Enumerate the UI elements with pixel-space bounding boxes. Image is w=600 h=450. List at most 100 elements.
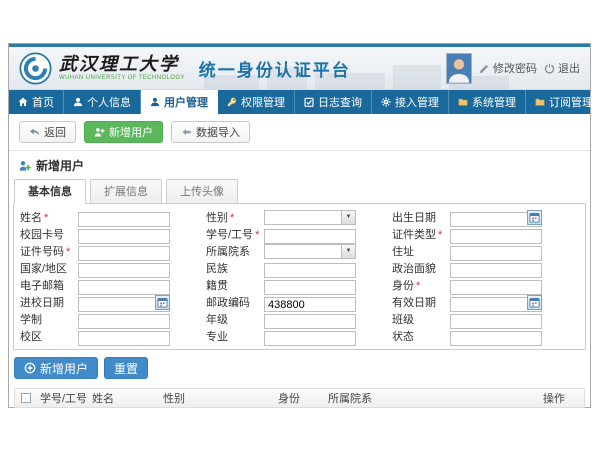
folder-icon: [535, 97, 545, 107]
status-input[interactable]: [450, 331, 542, 346]
education-length-input[interactable]: [78, 314, 170, 329]
birth-date-picker-button[interactable]: [527, 210, 542, 225]
platform-title: 统一身份认证平台: [199, 56, 351, 81]
add-user-section-icon: [19, 160, 31, 172]
gender-select[interactable]: ▼: [264, 210, 356, 225]
required-asterisk: *: [255, 229, 259, 241]
valid-date-picker-button[interactable]: [527, 295, 542, 310]
name-input[interactable]: [78, 212, 170, 227]
political-status-label: 政治面貌: [392, 260, 450, 276]
user-avatar: [446, 53, 472, 84]
nav-item-home[interactable]: 首页: [9, 90, 64, 114]
address-label: 住址: [392, 243, 450, 259]
column-identity: 身份: [274, 390, 324, 406]
add-user-submit-label: 新增用户: [40, 360, 88, 377]
nav-item-permission-management[interactable]: 权限管理: [218, 90, 295, 114]
department-select[interactable]: ▼: [264, 244, 356, 259]
campus-label: 校区: [20, 328, 78, 344]
email-label: 电子邮箱: [20, 277, 78, 293]
reset-label: 重置: [114, 360, 138, 377]
identity-input[interactable]: [450, 280, 542, 295]
class-label: 班级: [392, 311, 450, 327]
id-type-input[interactable]: [450, 229, 542, 244]
column-department: 所属院系: [324, 390, 539, 406]
gear-icon: [381, 97, 391, 107]
toolbar: 返回 新增用户 数据导入: [9, 114, 590, 151]
change-password-label: 修改密码: [493, 60, 537, 76]
chevron-down-icon: ▼: [341, 211, 355, 224]
form-actions: 新增用户 重置: [14, 357, 590, 379]
change-password-link[interactable]: 修改密码: [479, 60, 537, 76]
basic-info-panel: 姓名* 性别*▼ 出生日期 校园卡号 学号/工号* 证件类型* 证件号码* 所属…: [13, 203, 586, 350]
form-tabs: 基本信息 扩展信息 上传头像: [14, 179, 590, 204]
user-table-header: 学号/工号 姓名 性别 身份 所属院系 操作: [14, 388, 585, 408]
email-input[interactable]: [78, 280, 170, 295]
ethnicity-label: 民族: [206, 260, 264, 276]
nav-item-user-management[interactable]: 用户管理: [141, 90, 218, 114]
section-header: 新增用户: [9, 151, 590, 178]
postal-code-input[interactable]: [264, 297, 356, 312]
folder-icon: [458, 97, 468, 107]
column-student-id: 学号/工号: [36, 390, 88, 406]
calendar-icon: [157, 297, 168, 308]
required-asterisk: *: [66, 246, 70, 258]
reset-button[interactable]: 重置: [104, 357, 148, 379]
tab-extended-info[interactable]: 扩展信息: [90, 179, 162, 204]
back-button[interactable]: 返回: [19, 121, 76, 143]
tab-upload-avatar[interactable]: 上传头像: [166, 179, 238, 204]
import-arrow-icon: [181, 127, 192, 138]
name-label: 姓名*: [20, 209, 78, 225]
student-id-input[interactable]: [264, 229, 356, 244]
campus-input[interactable]: [78, 331, 170, 346]
add-user-submit-button[interactable]: 新增用户: [14, 357, 98, 379]
nav-item-subscription-management[interactable]: 订阅管理: [526, 90, 600, 114]
user-icon: [73, 97, 83, 107]
entry-date-label: 进校日期: [20, 294, 78, 310]
grade-label: 年级: [206, 311, 264, 327]
campus-card-label: 校园卡号: [20, 226, 78, 242]
nav-item-access-management[interactable]: 接入管理: [372, 90, 449, 114]
political-status-input[interactable]: [450, 263, 542, 278]
department-label: 所属院系: [206, 243, 264, 259]
campus-card-input[interactable]: [78, 229, 170, 244]
add-user-toolbar-button[interactable]: 新增用户: [84, 121, 163, 143]
chevron-down-icon: ▼: [341, 245, 355, 258]
nav-item-log-query[interactable]: 日志查询: [295, 90, 372, 114]
calendar-icon: [529, 212, 540, 223]
nav-label: 首页: [32, 94, 54, 110]
birth-date-label: 出生日期: [392, 209, 450, 225]
app-window: 武汉理工大学 WUHAN UNIVERSITY OF TECHNOLOGY 统一…: [8, 43, 591, 408]
class-input[interactable]: [450, 314, 542, 329]
building-silhouette: [393, 65, 441, 89]
entry-date-picker-button[interactable]: [155, 295, 170, 310]
university-name-block: 武汉理工大学 WUHAN UNIVERSITY OF TECHNOLOGY: [59, 56, 185, 81]
nav-item-system-management[interactable]: 系统管理: [449, 90, 526, 114]
section-title: 新增用户: [36, 157, 84, 174]
logout-link[interactable]: 退出: [544, 60, 580, 76]
logout-label: 退出: [558, 60, 580, 76]
column-actions: 操作: [539, 390, 584, 406]
grade-input[interactable]: [264, 314, 356, 329]
add-user-toolbar-label: 新增用户: [109, 124, 153, 140]
major-label: 专业: [206, 328, 264, 344]
log-check-icon: [304, 97, 314, 107]
key-icon: [227, 97, 237, 107]
id-number-label: 证件号码*: [20, 243, 78, 259]
id-type-label: 证件类型*: [392, 226, 450, 242]
select-all-checkbox[interactable]: [21, 393, 31, 403]
pencil-icon: [479, 63, 490, 74]
nav-item-profile[interactable]: 个人信息: [64, 90, 141, 114]
major-input[interactable]: [264, 331, 356, 346]
postal-code-label: 邮政编码: [206, 294, 264, 310]
address-input[interactable]: [450, 246, 542, 261]
country-input[interactable]: [78, 263, 170, 278]
ethnicity-input[interactable]: [264, 263, 356, 278]
university-logo-icon: [19, 52, 52, 85]
data-import-button[interactable]: 数据导入: [171, 121, 250, 143]
main-content: 返回 新增用户 数据导入 新增用户 基本信息 扩展信息 上传头像 姓名* 性别*…: [9, 114, 590, 406]
native-place-input[interactable]: [264, 280, 356, 295]
data-import-label: 数据导入: [196, 124, 240, 140]
id-number-input[interactable]: [78, 246, 170, 261]
plus-circle-icon: [24, 362, 36, 374]
tab-basic-info[interactable]: 基本信息: [14, 179, 86, 204]
